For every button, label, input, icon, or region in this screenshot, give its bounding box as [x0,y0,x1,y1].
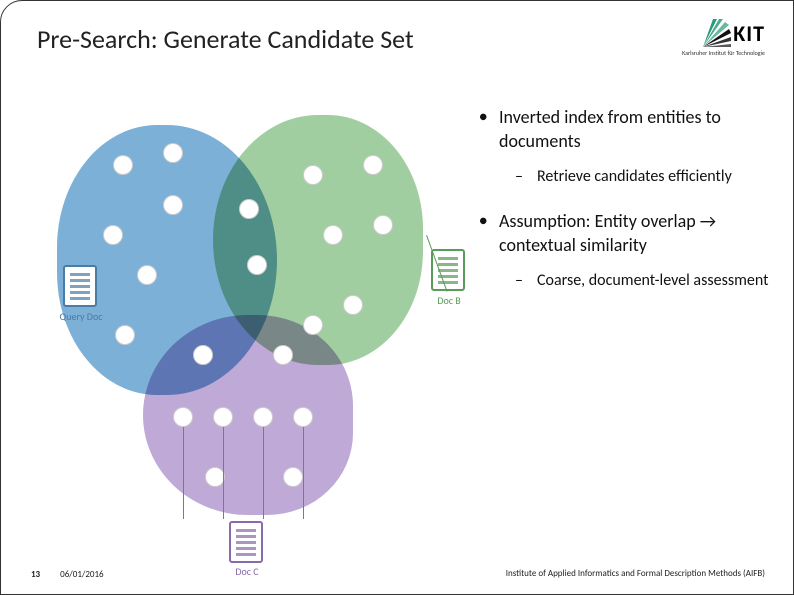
entity-node [373,215,393,235]
entity-node [247,255,267,275]
entity-node [283,467,303,487]
bullet-2-text: Assumption: Entity overlap → contextual … [499,209,769,257]
bullet-1-text: Inverted index from entities to document… [499,105,769,153]
entity-node [273,345,293,365]
entity-node [113,155,133,175]
venn-diagram: Query Doc Doc B Doc C [43,95,463,515]
entity-node [293,407,313,427]
kit-logo: KIT Karlsruher Institut für Technologie [682,19,765,57]
doc-c-icon [229,521,263,563]
entity-node [303,165,323,185]
entity-node [137,265,157,285]
entity-node [115,325,135,345]
doc-query-icon [63,265,97,307]
entity-node [253,407,273,427]
doc-connector [183,427,184,519]
entity-node [323,225,343,245]
entity-node [363,155,383,175]
bullet-2-sub: – Coarse, document-level assessment [515,271,769,291]
entity-node [103,225,123,245]
entity-node [343,295,363,315]
bullet-dot-icon: ● [479,105,499,153]
bullet-2: ● Assumption: Entity overlap → contextua… [479,209,769,257]
bullet-2-sub-text: Coarse, document-level assessment [537,271,769,291]
slide-title: Pre-Search: Generate Candidate Set [37,23,414,55]
footer: 13 06/01/2016 Institute of Applied Infor… [1,568,793,580]
footer-institute: Institute of Applied Informatics and For… [506,568,765,580]
page-number: 13 [31,569,40,580]
bullet-dot-icon: ● [479,209,499,257]
logo-mark: KIT [703,19,765,47]
entity-node [303,315,323,335]
slide: Pre-Search: Generate Candidate Set KIT K… [0,0,794,595]
entity-node [205,467,225,487]
entity-node [193,345,213,365]
doc-connector [223,427,224,519]
logo-text: KIT [733,20,765,47]
logo-fan-icon [703,19,731,47]
entity-node [163,195,183,215]
entity-node [213,407,233,427]
logo-subtitle: Karlsruher Institut für Technologie [682,49,765,57]
bullet-list: ● Inverted index from entities to docume… [479,105,769,313]
entity-node [239,199,259,219]
footer-date: 06/01/2016 [60,569,103,580]
bullet-1-sub: – Retrieve candidates efficiently [515,167,769,187]
entity-node [163,143,183,163]
bullet-dash-icon: – [515,167,537,187]
entity-node [173,407,193,427]
footer-left: 13 06/01/2016 [31,569,104,580]
doc-connector [263,427,264,519]
bullet-dash-icon: – [515,271,537,291]
bullet-1-sub-text: Retrieve candidates efficiently [537,167,769,187]
bullet-1: ● Inverted index from entities to docume… [479,105,769,153]
doc-query-label: Query Doc [57,310,105,323]
doc-connector [303,427,304,519]
